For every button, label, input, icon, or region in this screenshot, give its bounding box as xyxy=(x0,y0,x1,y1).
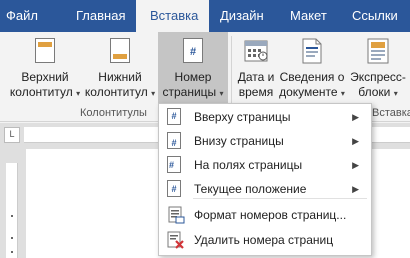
calendar-icon xyxy=(244,38,268,65)
footer-button-label-2: колонтитул xyxy=(84,85,148,99)
menu-item-label: Удалить номера страниц xyxy=(194,233,334,247)
format-page-numbers-icon xyxy=(167,206,185,227)
document-info-button-label-2: документе xyxy=(279,85,338,99)
header-button-label-2: колонтитул xyxy=(9,85,73,99)
quick-parts-button-label-1: Экспресс- xyxy=(350,70,406,84)
chevron-down-icon: ▾ xyxy=(393,89,398,98)
page-number-button[interactable]: # Номер страницы ▾ xyxy=(158,32,228,104)
chevron-right-icon: ▶ xyxy=(352,136,359,146)
chevron-down-icon: ▾ xyxy=(340,89,345,98)
document-info-button-label-1: Сведения о xyxy=(279,70,345,84)
quick-parts-button-label-2: блоки xyxy=(358,85,391,99)
group-label-headers-footers: Колонтитулы xyxy=(80,107,147,119)
delete-x-icon xyxy=(167,231,185,252)
header-button-label-1: Верхний xyxy=(21,70,69,84)
page-footer-icon xyxy=(110,38,130,63)
group-label-insert: Вставка xyxy=(372,107,410,119)
tab-references[interactable]: Ссылки xyxy=(352,0,398,32)
ribbon-tab-bar: Файл Главная Вставка Дизайн Макет Ссылки xyxy=(0,0,410,32)
menu-item-page-margins[interactable]: # На полях страницы ▶ xyxy=(160,153,371,177)
page-number-menu: # Вверху страницы ▶ # Внизу страницы ▶ #… xyxy=(158,103,372,256)
menu-item-bottom-of-page[interactable]: # Внизу страницы ▶ xyxy=(160,129,371,153)
tab-insert[interactable]: Вставка xyxy=(136,0,209,32)
menu-item-label: На полях страницы xyxy=(194,158,303,172)
datetime-button-label-2: время xyxy=(238,85,274,99)
page-number-button-label-2: страницы xyxy=(162,85,217,99)
menu-item-label: Внизу страницы xyxy=(194,134,284,148)
menu-item-label: Вверху страницы xyxy=(194,110,291,124)
datetime-button-label-1: Дата и xyxy=(237,70,275,84)
document-info-icon xyxy=(300,38,324,67)
page-header-icon xyxy=(35,38,55,63)
page-margin-icon: # xyxy=(167,156,181,173)
menu-item-top-of-page[interactable]: # Вверху страницы ▶ xyxy=(160,105,371,129)
menu-separator xyxy=(193,198,367,199)
quick-parts-icon xyxy=(366,38,390,67)
chevron-right-icon: ▶ xyxy=(352,112,359,122)
footer-button[interactable]: Нижний колонтитул ▾ xyxy=(82,32,158,104)
document-info-button[interactable]: Сведения о документе ▾ xyxy=(278,32,346,104)
menu-item-label: Формат номеров страниц... xyxy=(194,208,347,222)
menu-item-format-page-numbers[interactable]: Формат номеров страниц... xyxy=(160,203,371,227)
page-current-position-icon: # xyxy=(167,180,181,197)
tab-selector[interactable]: L xyxy=(4,127,20,143)
tab-file[interactable]: Файл xyxy=(6,0,38,32)
tab-design[interactable]: Дизайн xyxy=(220,0,264,32)
tab-layout[interactable]: Макет xyxy=(290,0,327,32)
datetime-button[interactable]: Дата и время xyxy=(234,32,278,104)
tab-home[interactable]: Главная xyxy=(76,0,125,32)
quick-parts-button[interactable]: Экспресс- блоки ▾ xyxy=(346,32,410,104)
menu-item-remove-page-numbers[interactable]: Удалить номера страниц xyxy=(160,228,371,252)
chevron-down-icon: ▾ xyxy=(76,89,81,98)
page-number-button-label-1: Номер xyxy=(174,70,212,84)
chevron-down-icon: ▾ xyxy=(219,89,224,98)
chevron-down-icon: ▾ xyxy=(151,89,156,98)
vertical-ruler[interactable] xyxy=(6,163,18,258)
page-bottom-icon: # xyxy=(167,132,181,149)
header-button[interactable]: Верхний колонтитул ▾ xyxy=(8,32,82,104)
footer-button-label-1: Нижний xyxy=(98,70,142,84)
page-top-icon: # xyxy=(167,108,181,125)
page-number-icon: # xyxy=(183,38,203,63)
chevron-right-icon: ▶ xyxy=(352,160,359,170)
